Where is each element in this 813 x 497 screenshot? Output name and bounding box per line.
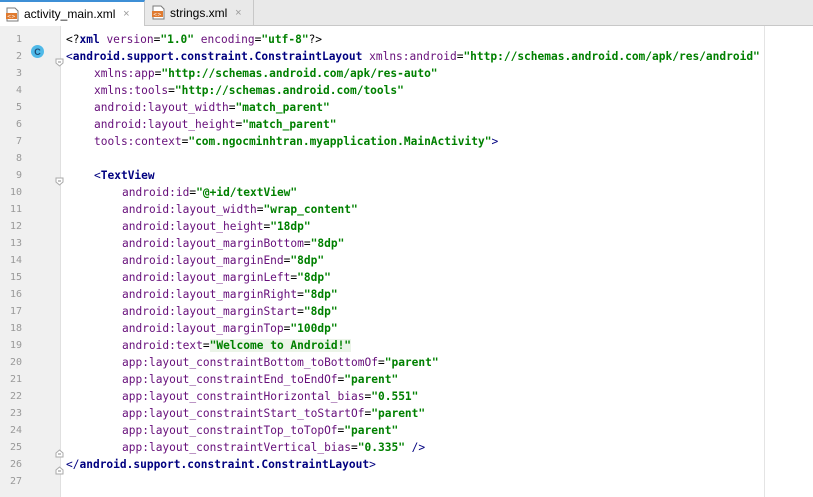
line-number: 24 [9, 425, 22, 436]
fold-collapse-icon[interactable] [55, 52, 64, 67]
code-line-19[interactable]: android:text="Welcome to Android!" [122, 337, 352, 354]
line-number: 17 [9, 306, 22, 317]
line-number: 7 [15, 136, 22, 147]
class-gutter-icon[interactable]: C [31, 45, 44, 58]
fold-end-icon[interactable] [55, 443, 64, 458]
xml-file-icon: <> [6, 7, 19, 22]
line-number: 12 [9, 221, 22, 232]
line-number: 26 [9, 459, 22, 470]
line-number: 16 [9, 289, 22, 300]
svg-text:<>: <> [153, 12, 161, 18]
code-line-7[interactable]: tools:context="com.ngocminhtran.myapplic… [94, 133, 498, 150]
tab-label: strings.xml [170, 5, 228, 20]
code-line-22[interactable]: app:layout_constraintHorizontal_bias="0.… [122, 388, 418, 405]
code-line-6[interactable]: android:layout_height="match_parent" [94, 116, 337, 133]
code-line-5[interactable]: android:layout_width="match_parent" [94, 99, 330, 116]
code-line-15[interactable]: android:layout_marginLeft="8dp" [122, 269, 331, 286]
code-line-14[interactable]: android:layout_marginEnd="8dp" [122, 252, 324, 269]
line-number: 11 [9, 204, 22, 215]
code-line-20[interactable]: app:layout_constraintBottom_toBottomOf="… [122, 354, 439, 371]
code-line-18[interactable]: android:layout_marginTop="100dp" [122, 320, 338, 337]
code-line-10[interactable]: android:id="@+id/textView" [122, 184, 297, 201]
line-number: 21 [9, 374, 22, 385]
code-line-24[interactable]: app:layout_constraintTop_toTopOf="parent… [122, 422, 398, 439]
code-line-25[interactable]: app:layout_constraintVertical_bias="0.33… [122, 439, 425, 456]
line-number: 5 [15, 102, 22, 113]
line-number: 14 [9, 255, 22, 266]
line-number: 22 [9, 391, 22, 402]
line-number: 8 [15, 153, 22, 164]
code-line-21[interactable]: app:layout_constraintEnd_toEndOf="parent… [122, 371, 398, 388]
fold-collapse-icon[interactable] [55, 171, 64, 186]
line-number: 27 [9, 476, 22, 487]
line-number: 3 [15, 68, 22, 79]
line-number: 2 [15, 51, 22, 62]
code-line-17[interactable]: android:layout_marginStart="8dp" [122, 303, 338, 320]
xml-file-icon: <> [152, 5, 165, 20]
line-number: 20 [9, 357, 22, 368]
line-number: 15 [9, 272, 22, 283]
line-number: 9 [15, 170, 22, 181]
right-margin-guide [764, 26, 765, 497]
editor-tab-bar: <> activity_main.xml × <> strings.xml × [0, 0, 813, 26]
tab-activity-main-xml[interactable]: <> activity_main.xml × [0, 0, 145, 26]
code-line-12[interactable]: android:layout_height="18dp" [122, 218, 311, 235]
code-line-1[interactable]: <?xml version="1.0" encoding="utf-8"?> [66, 31, 322, 48]
tab-label: activity_main.xml [24, 7, 116, 21]
line-number: 23 [9, 408, 22, 419]
code-line-2[interactable]: <android.support.constraint.ConstraintLa… [66, 48, 760, 65]
code-line-13[interactable]: android:layout_marginBottom="8dp" [122, 235, 344, 252]
line-number: 18 [9, 323, 22, 334]
line-number: 4 [15, 85, 22, 96]
line-number: 25 [9, 442, 22, 453]
line-number: 1 [15, 34, 22, 45]
close-tab-icon[interactable]: × [121, 8, 131, 20]
fold-end-icon[interactable] [55, 460, 64, 475]
tab-strings-xml[interactable]: <> strings.xml × [146, 0, 254, 25]
code-line-16[interactable]: android:layout_marginRight="8dp" [122, 286, 338, 303]
line-number: 19 [9, 340, 22, 351]
close-tab-icon[interactable]: × [233, 7, 243, 19]
code-line-23[interactable]: app:layout_constraintStart_toStartOf="pa… [122, 405, 425, 422]
code-line-4[interactable]: xmlns:tools="http://schemas.android.com/… [94, 82, 404, 99]
code-line-9[interactable]: <TextView [94, 167, 155, 184]
code-line-3[interactable]: xmlns:app="http://schemas.android.com/ap… [94, 65, 438, 82]
code-line-26[interactable]: </android.support.constraint.ConstraintL… [66, 456, 376, 473]
line-number: 13 [9, 238, 22, 249]
line-number: 10 [9, 187, 22, 198]
code-line-11[interactable]: android:layout_width="wrap_content" [122, 201, 358, 218]
svg-text:<>: <> [7, 14, 15, 20]
line-number: 6 [15, 119, 22, 130]
line-number-gutter[interactable]: 1 2 3 4 5 6 7 8 9 10 11 12 13 14 15 16 1… [0, 26, 64, 497]
